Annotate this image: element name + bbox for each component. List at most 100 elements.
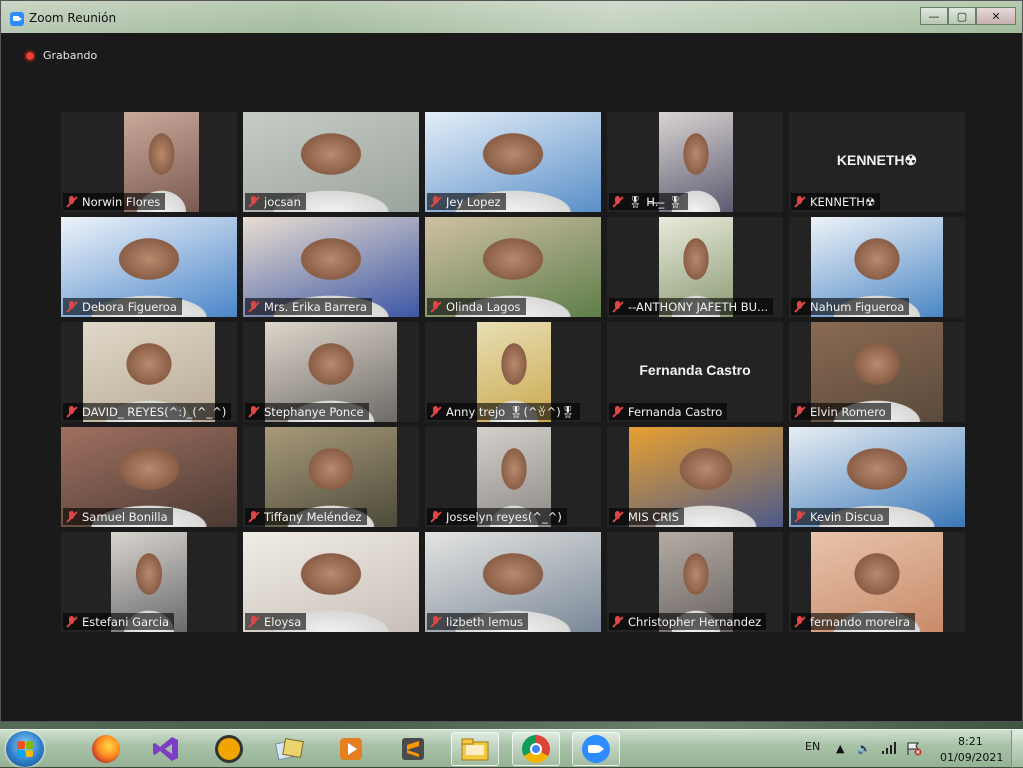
network-signal-icon[interactable]	[882, 742, 898, 757]
participant-tile[interactable]: Jey Lopez	[425, 112, 601, 212]
muted-mic-icon	[66, 510, 78, 523]
participant-name: jocsan	[264, 194, 301, 209]
muted-mic-icon	[612, 405, 624, 418]
recording-indicator[interactable]: Grabando	[24, 49, 97, 62]
muted-mic-icon	[794, 300, 806, 313]
participant-name: Nahum Figueroa	[810, 299, 905, 314]
participant-name: 🎖 H̶.̶_̶ 🎖	[628, 194, 683, 209]
participant-name-bar: Estefani Garcia	[63, 613, 175, 630]
participant-name-bar: Samuel Bonilla	[63, 508, 173, 525]
chrome-icon[interactable]	[512, 732, 560, 766]
zoom-icon[interactable]	[572, 732, 620, 766]
participant-name-bar: 🎖 H̶.̶_̶ 🎖	[609, 193, 688, 210]
action-center-flag-icon[interactable]	[906, 742, 922, 759]
participant-tile[interactable]: MIS CRIS	[607, 427, 783, 527]
participant-tile[interactable]: KENNETH☢ KENNETH☢	[789, 112, 965, 212]
participant-name: --ANTHONY JAFETH BU...	[628, 299, 769, 314]
volume-icon[interactable]: 🔊	[857, 742, 871, 755]
participant-tile[interactable]: Tiffany Meléndez	[243, 427, 419, 527]
participant-tile[interactable]: Anny trejo 🎖(^ꈊ^)🎖	[425, 322, 601, 422]
participant-name: Jey Lopez	[446, 194, 501, 209]
participant-name: Norwin Flores	[82, 194, 161, 209]
zoom-window: Zoom Reunión — ▢ ✕ Grabando Norwin Flore…	[0, 0, 1023, 722]
participant-tile[interactable]: fernando moreira	[789, 532, 965, 632]
participant-name: Anny trejo 🎖(^ꈊ^)🎖	[446, 405, 576, 419]
clock-date[interactable]: 01/09/2021	[940, 751, 1003, 764]
participant-name: DAVID_ REYES(^:)_(^_^)	[82, 404, 227, 419]
participant-name-bar: DAVID_ REYES(^:)_(^_^)	[63, 403, 232, 420]
clock-time[interactable]: 8:21	[958, 735, 983, 748]
muted-mic-icon	[248, 300, 260, 313]
participant-name-bar: jocsan	[245, 193, 306, 210]
participant-tile[interactable]: Debora Figueroa	[61, 217, 237, 317]
participant-name: Estefani Garcia	[82, 614, 170, 629]
file-explorer-icon[interactable]	[451, 732, 499, 766]
participant-name: KENNETH☢	[810, 194, 876, 209]
maximize-button[interactable]: ▢	[948, 7, 976, 25]
muted-mic-icon	[430, 405, 442, 418]
vpn-icon[interactable]	[205, 732, 253, 766]
participant-name-bar: Fernanda Castro	[609, 403, 728, 420]
participant-tile[interactable]: Josselyn reyes(^_^)	[425, 427, 601, 527]
participant-tile[interactable]: Olinda Lagos	[425, 217, 601, 317]
participant-tile[interactable]: jocsan	[243, 112, 419, 212]
participant-name: Kevin Discua	[810, 509, 884, 524]
participant-name-bar: Mrs. Erika Barrera	[245, 298, 373, 315]
participant-name-bar: MIS CRIS	[609, 508, 684, 525]
show-hidden-icons-icon[interactable]: ▲	[836, 742, 844, 755]
participant-display-name: Fernanda Castro	[639, 362, 751, 378]
participant-tile[interactable]: Norwin Flores	[61, 112, 237, 212]
participant-tile[interactable]: Estefani Garcia	[61, 532, 237, 632]
participant-tile[interactable]: 🎖 H̶.̶_̶ 🎖	[607, 112, 783, 212]
minimize-button[interactable]: —	[920, 7, 948, 25]
participant-name-bar: Stephanye Ponce	[245, 403, 369, 420]
participant-name-bar: Christopher Hernandez	[609, 613, 767, 630]
participant-name-bar: Debora Figueroa	[63, 298, 182, 315]
participant-tile[interactable]: Christopher Hernandez	[607, 532, 783, 632]
participant-name: MIS CRIS	[628, 509, 679, 524]
language-indicator[interactable]: EN	[805, 740, 820, 753]
participant-name: Fernanda Castro	[628, 404, 723, 419]
muted-mic-icon	[248, 195, 260, 208]
folder-photos-icon[interactable]	[266, 732, 314, 766]
sublime-text-icon[interactable]	[389, 732, 437, 766]
title-bar-background	[1, 1, 1022, 33]
participant-tile[interactable]: DAVID_ REYES(^:)_(^_^)	[61, 322, 237, 422]
participant-tile[interactable]: Samuel Bonilla	[61, 427, 237, 527]
participant-name: Josselyn reyes(^_^)	[446, 509, 562, 524]
participant-name-bar: Anny trejo 🎖(^ꈊ^)🎖	[427, 403, 581, 420]
visual-studio-icon[interactable]	[142, 732, 190, 766]
participant-name: Olinda Lagos	[446, 299, 521, 314]
participant-tile[interactable]: --ANTHONY JAFETH BU...	[607, 217, 783, 317]
muted-mic-icon	[794, 195, 806, 208]
firefox-icon[interactable]	[82, 732, 130, 766]
zoom-logo-icon	[10, 12, 24, 26]
participant-name-bar: Tiffany Meléndez	[245, 508, 367, 525]
muted-mic-icon	[66, 300, 78, 313]
participant-tile[interactable]: Eloysa	[243, 532, 419, 632]
media-player-icon[interactable]	[327, 732, 375, 766]
muted-mic-icon	[248, 615, 260, 628]
close-button[interactable]: ✕	[976, 7, 1016, 25]
participant-name: Samuel Bonilla	[82, 509, 168, 524]
participant-tile[interactable]: Mrs. Erika Barrera	[243, 217, 419, 317]
show-desktop-button[interactable]	[1011, 730, 1023, 768]
start-button[interactable]	[6, 731, 44, 767]
windows-logo-icon	[17, 741, 33, 757]
muted-mic-icon	[612, 195, 624, 208]
participant-name-bar: Nahum Figueroa	[791, 298, 910, 315]
participant-name: lizbeth lemus	[446, 614, 524, 629]
participant-tile[interactable]: Nahum Figueroa	[789, 217, 965, 317]
participant-name-bar: Josselyn reyes(^_^)	[427, 508, 567, 525]
muted-mic-icon	[430, 300, 442, 313]
participant-tile[interactable]: lizbeth lemus	[425, 532, 601, 632]
participant-tile[interactable]: Fernanda Castro Fernanda Castro	[607, 322, 783, 422]
window-controls: — ▢ ✕	[920, 7, 1016, 25]
participant-tile[interactable]: Kevin Discua	[789, 427, 965, 527]
participant-name-bar: Norwin Flores	[63, 193, 166, 210]
participant-tile[interactable]: Elvin Romero	[789, 322, 965, 422]
participant-name-bar: Eloysa	[245, 613, 307, 630]
participant-display-name: KENNETH☢	[836, 152, 918, 168]
title-bar[interactable]: Zoom Reunión — ▢ ✕	[1, 1, 1022, 33]
participant-tile[interactable]: Stephanye Ponce	[243, 322, 419, 422]
